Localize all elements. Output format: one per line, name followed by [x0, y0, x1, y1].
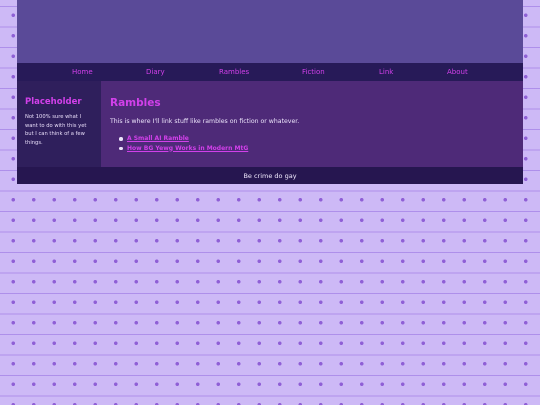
- main-content: Rambles This is where I'll link stuff li…: [101, 81, 523, 167]
- nav-item-about[interactable]: About: [447, 68, 468, 76]
- list-item: A Small AI Ramble: [119, 134, 248, 144]
- nav-item-home[interactable]: Home: [72, 68, 93, 76]
- ramble-link-mtg[interactable]: How BG Yewg Works in Modern MtG: [127, 145, 248, 152]
- intro-text: This is where I'll link stuff like rambl…: [110, 118, 300, 125]
- nav-item-fiction[interactable]: Fiction: [302, 68, 325, 76]
- sidebar: Placeholder Not 100% sure what I want to…: [17, 81, 101, 167]
- list-item: How BG Yewg Works in Modern MtG: [119, 144, 248, 154]
- nav-bar: Home Diary Rambles Fiction Link About: [17, 63, 523, 81]
- nav-item-link[interactable]: Link: [379, 68, 393, 76]
- sidebar-text: Not 100% sure what I want to do with thi…: [25, 114, 87, 146]
- page-container: Home Diary Rambles Fiction Link About Pl…: [17, 0, 523, 184]
- nav-item-diary[interactable]: Diary: [146, 68, 165, 76]
- sidebar-title: Placeholder: [25, 97, 82, 107]
- ramble-link-ai[interactable]: A Small AI Ramble: [127, 135, 189, 142]
- nav-item-rambles[interactable]: Rambles: [219, 68, 249, 76]
- rambles-list: A Small AI Ramble How BG Yewg Works in M…: [119, 134, 248, 153]
- header-banner: [17, 0, 523, 63]
- page-title: Rambles: [110, 97, 161, 109]
- footer-text: Be crime do gay: [243, 171, 297, 180]
- footer: Be crime do gay: [17, 167, 523, 184]
